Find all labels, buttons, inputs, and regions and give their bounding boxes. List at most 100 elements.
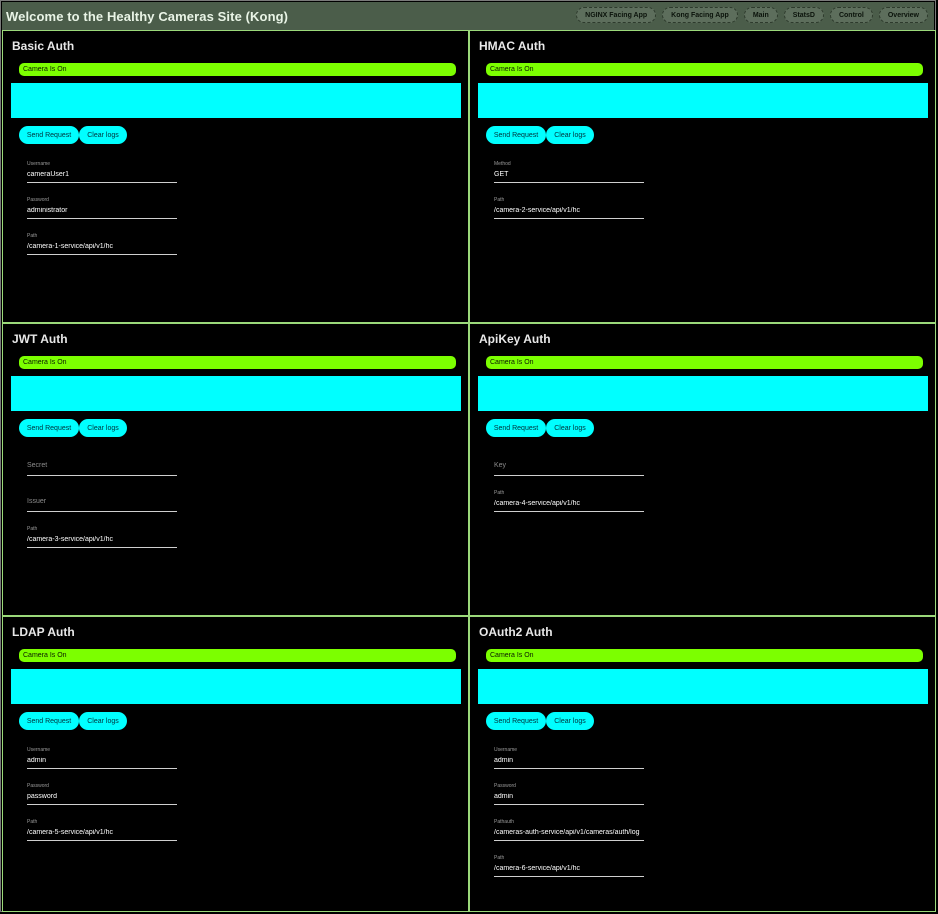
nav-overview-button[interactable]: Overview	[878, 7, 928, 23]
panel-title: LDAP Auth	[12, 625, 75, 639]
clear-logs-button[interactable]: Clear logs	[546, 419, 594, 437]
form-fields: Username admin Password password Path /c…	[27, 747, 179, 855]
clear-logs-button[interactable]: Clear logs	[546, 126, 594, 144]
panel-grid: Basic Auth Camera Is On Send Request Cle…	[2, 30, 936, 912]
field-label: Username	[494, 747, 518, 753]
camera-log-area	[11, 83, 461, 118]
form-fields: Key Path /camera-4-service/api/v1/hc	[494, 454, 646, 526]
field-underline	[27, 804, 177, 805]
path-field[interactable]: Path /camera-2-service/api/v1/hc	[494, 197, 646, 233]
form-fields: Method GET Path /camera-2-service/api/v1…	[494, 161, 646, 233]
path-field[interactable]: Path /camera-3-service/api/v1/hc	[27, 526, 179, 562]
field-value[interactable]: password	[27, 793, 177, 800]
panel-apikey-auth: ApiKey Auth Camera Is On Send Request Cl…	[469, 323, 936, 616]
field-placeholder[interactable]: Key	[494, 462, 506, 469]
camera-status-bar: Camera Is On	[19, 356, 456, 369]
password-field[interactable]: Password password	[27, 783, 179, 819]
password-field[interactable]: Password admin	[494, 783, 646, 819]
field-label: Path	[494, 490, 505, 496]
field-value[interactable]: admin	[494, 757, 644, 764]
key-field[interactable]: Key	[494, 454, 646, 490]
field-underline	[27, 547, 177, 548]
nav-kong-app-button[interactable]: Kong Facing App	[662, 7, 738, 23]
top-bar: Welcome to the Healthy Cameras Site (Kon…	[2, 2, 934, 31]
camera-status-bar: Camera Is On	[486, 63, 923, 76]
field-underline	[27, 768, 177, 769]
password-field[interactable]: Password administrator	[27, 197, 179, 233]
camera-log-area	[11, 669, 461, 704]
path-field[interactable]: Path /camera-5-service/api/v1/hc	[27, 819, 179, 855]
clear-logs-button[interactable]: Clear logs	[79, 712, 127, 730]
camera-log-area	[478, 669, 928, 704]
field-underline	[27, 511, 177, 512]
field-underline	[494, 218, 644, 219]
username-field[interactable]: Username admin	[494, 747, 646, 783]
field-label: Path	[27, 819, 38, 825]
panel-title: OAuth2 Auth	[479, 625, 553, 639]
field-label: Username	[27, 747, 51, 753]
field-label: Pathauth	[494, 819, 515, 825]
clear-logs-button[interactable]: Clear logs	[79, 126, 127, 144]
clear-logs-button[interactable]: Clear logs	[546, 712, 594, 730]
field-underline	[27, 218, 177, 219]
panel-basic-auth: Basic Auth Camera Is On Send Request Cle…	[2, 30, 469, 323]
panel-jwt-auth: JWT Auth Camera Is On Send Request Clear…	[2, 323, 469, 616]
field-value[interactable]: /camera-5-service/api/v1/hc	[27, 829, 177, 836]
send-request-button[interactable]: Send Request	[486, 712, 546, 730]
issuer-field[interactable]: Issuer	[27, 490, 179, 526]
field-underline	[494, 840, 644, 841]
field-underline	[27, 840, 177, 841]
username-field[interactable]: Username admin	[27, 747, 179, 783]
field-value[interactable]: admin	[494, 793, 644, 800]
username-field[interactable]: Username cameraUser1	[27, 161, 179, 197]
button-row: Send Request Clear logs	[486, 126, 594, 144]
field-underline	[27, 182, 177, 183]
button-row: Send Request Clear logs	[19, 712, 127, 730]
pathauth-field[interactable]: Pathauth /cameras-auth-service/api/v1/ca…	[494, 819, 646, 855]
camera-status-bar: Camera Is On	[486, 649, 923, 662]
field-value[interactable]: cameraUser1	[27, 171, 177, 178]
field-value[interactable]: /camera-3-service/api/v1/hc	[27, 536, 177, 543]
field-label: Path	[27, 526, 38, 532]
send-request-button[interactable]: Send Request	[486, 126, 546, 144]
field-placeholder[interactable]: Issuer	[27, 498, 46, 505]
path-field[interactable]: Path /camera-4-service/api/v1/hc	[494, 490, 646, 526]
send-request-button[interactable]: Send Request	[19, 712, 79, 730]
form-fields: Secret Issuer Path /camera-3-service/api…	[27, 454, 179, 562]
panel-hmac-auth: HMAC Auth Camera Is On Send Request Clea…	[469, 30, 936, 323]
secret-field[interactable]: Secret	[27, 454, 179, 490]
camera-status-bar: Camera Is On	[19, 649, 456, 662]
path-field[interactable]: Path /camera-6-service/api/v1/hc	[494, 855, 646, 891]
field-value[interactable]: /cameras-auth-service/api/v1/cameras/aut…	[494, 829, 644, 836]
field-value[interactable]: /camera-4-service/api/v1/hc	[494, 500, 644, 507]
field-underline	[494, 804, 644, 805]
field-value[interactable]: /camera-6-service/api/v1/hc	[494, 865, 644, 872]
nav-control-button[interactable]: Control	[829, 7, 873, 23]
button-row: Send Request Clear logs	[19, 419, 127, 437]
field-value[interactable]: /camera-2-service/api/v1/hc	[494, 207, 644, 214]
method-field[interactable]: Method GET	[494, 161, 646, 197]
field-underline	[27, 475, 177, 476]
nav-nginx-app-button[interactable]: NGINX Facing App	[576, 7, 657, 23]
field-placeholder[interactable]: Secret	[27, 462, 47, 469]
page-title: Welcome to the Healthy Cameras Site (Kon…	[6, 9, 289, 24]
path-field[interactable]: Path /camera-1-service/api/v1/hc	[27, 233, 179, 269]
field-underline	[494, 182, 644, 183]
field-label: Path	[27, 233, 38, 239]
panel-title: HMAC Auth	[479, 39, 546, 53]
nav-statsd-button[interactable]: StatsD	[783, 7, 824, 23]
send-request-button[interactable]: Send Request	[19, 126, 79, 144]
send-request-button[interactable]: Send Request	[19, 419, 79, 437]
field-label: Password	[27, 783, 49, 789]
field-label: Username	[27, 161, 51, 167]
clear-logs-button[interactable]: Clear logs	[79, 419, 127, 437]
form-fields: Username cameraUser1 Password administra…	[27, 161, 179, 269]
field-value[interactable]: GET	[494, 171, 644, 178]
field-value[interactable]: administrator	[27, 207, 177, 214]
field-value[interactable]: admin	[27, 757, 177, 764]
field-value[interactable]: /camera-1-service/api/v1/hc	[27, 243, 177, 250]
send-request-button[interactable]: Send Request	[486, 419, 546, 437]
nav-bar: NGINX Facing App Kong Facing App Main St…	[576, 7, 928, 23]
form-fields: Username admin Password admin Pathauth /…	[494, 747, 646, 891]
nav-main-button[interactable]: Main	[743, 7, 778, 23]
